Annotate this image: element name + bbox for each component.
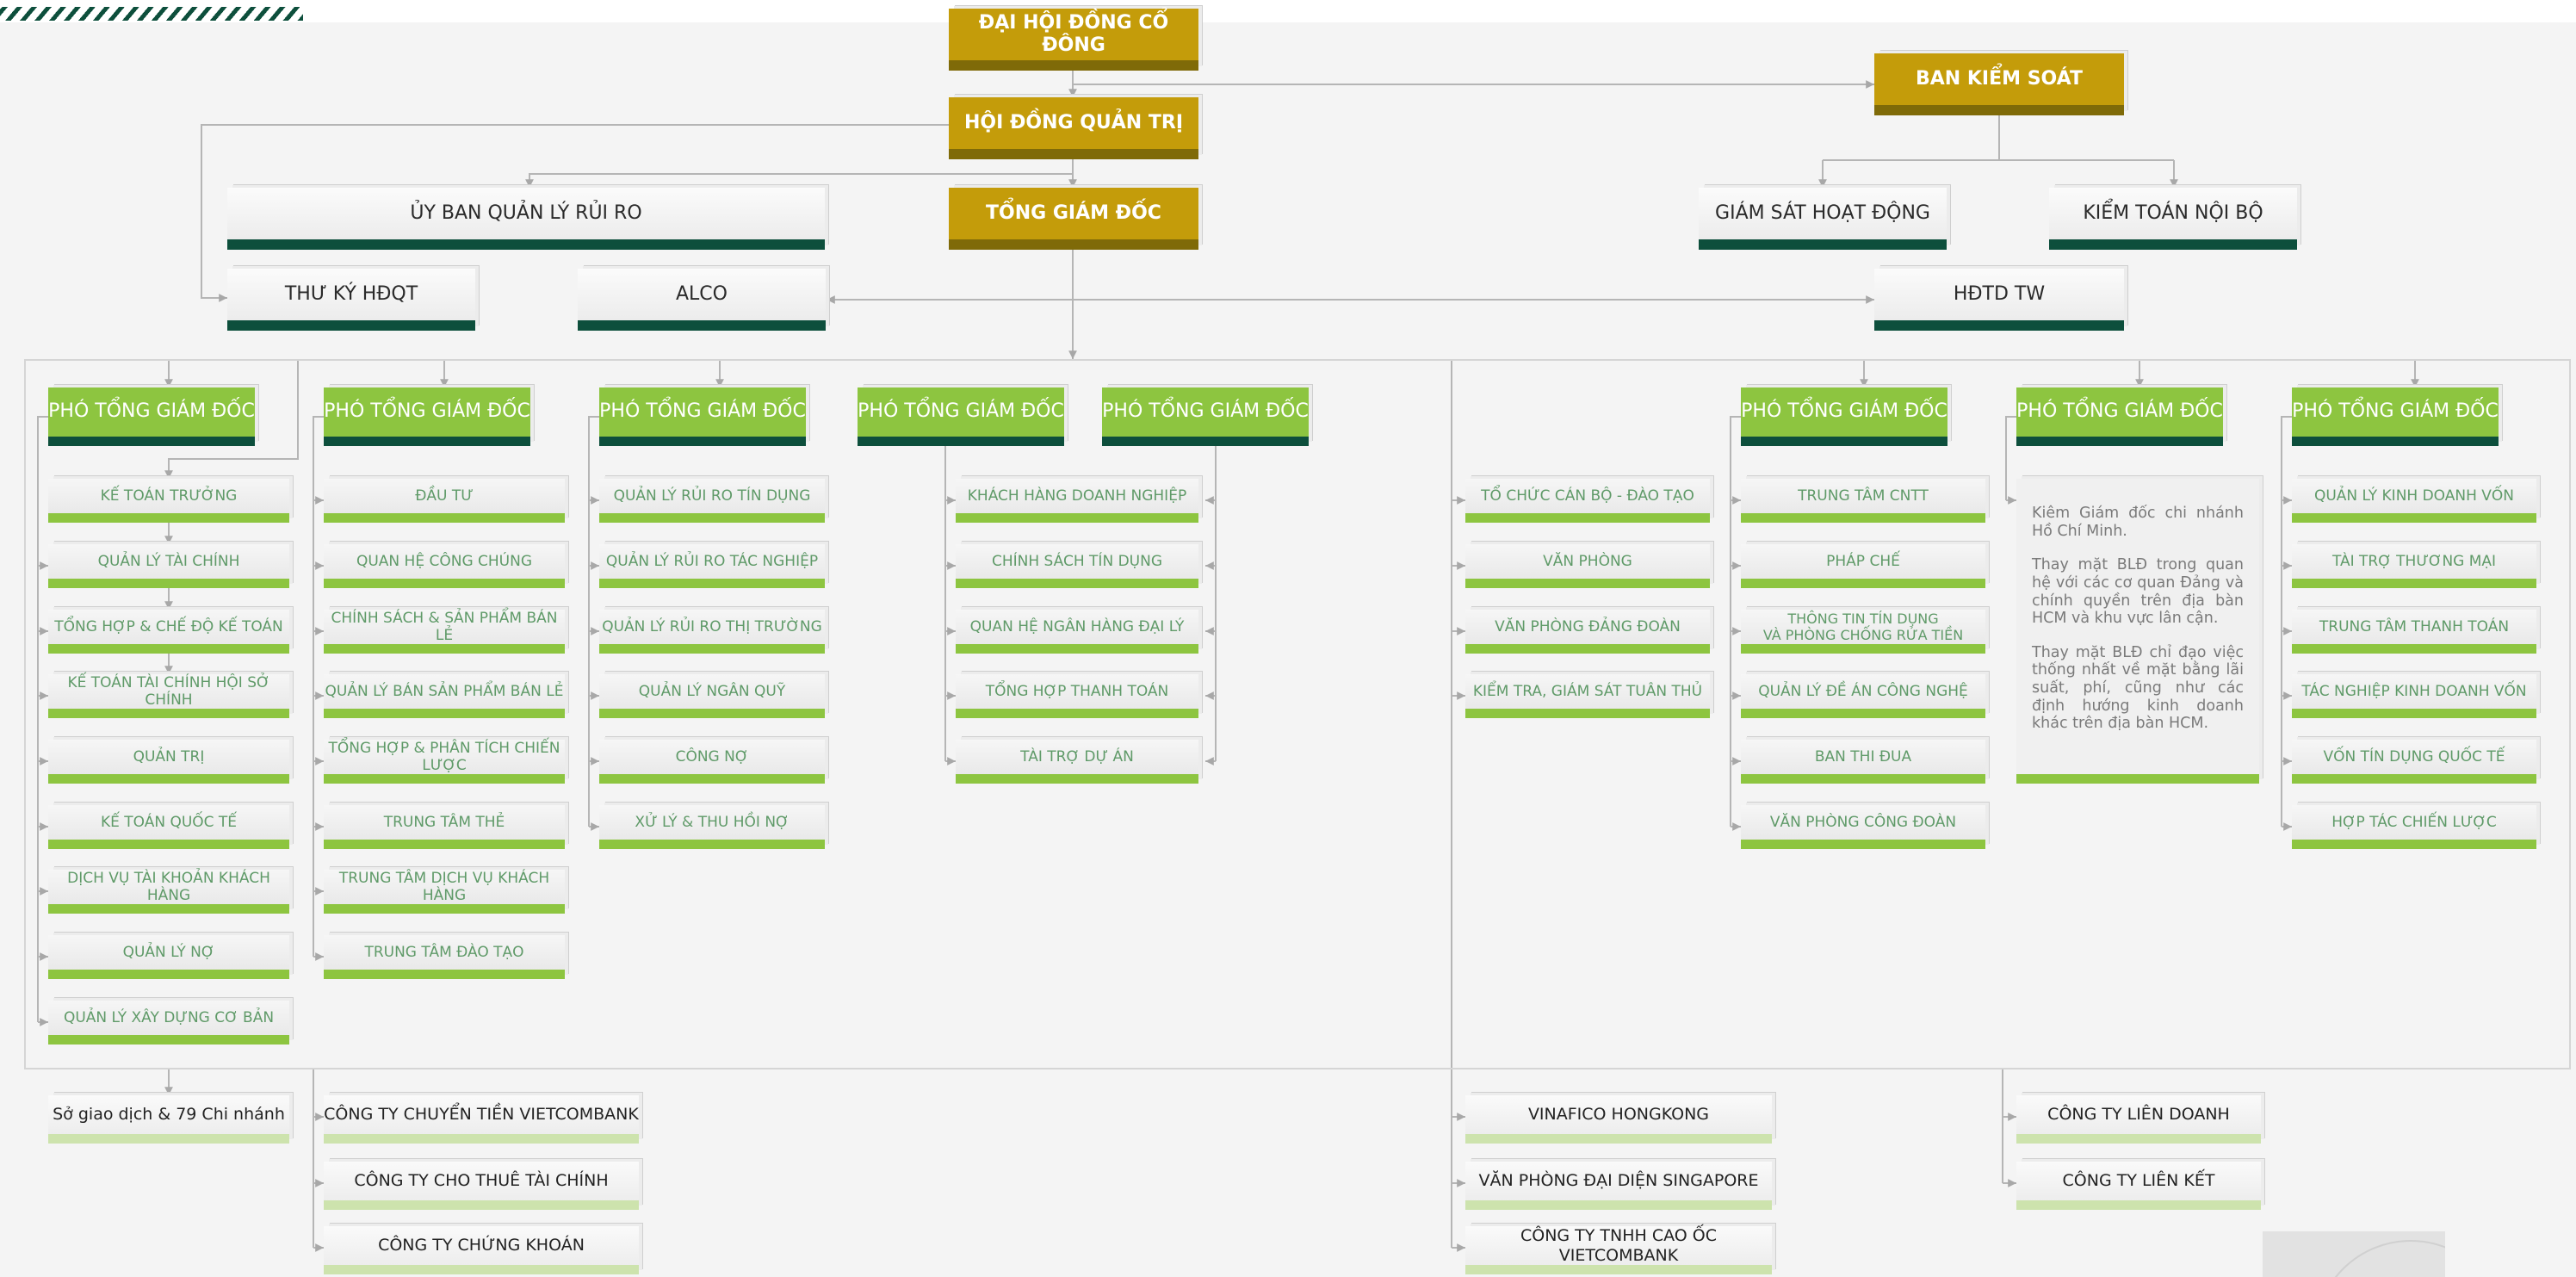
box-dai-hoi-dong-co-dong: ĐẠI HỘI ĐỒNG CỔ ĐÔNG — [949, 9, 1198, 71]
dept-tac-nghiep-kinh-doanh-von: TÁC NGHIỆP KINH DOANH VỐN — [2292, 674, 2536, 718]
box-vinafico-hongkong: VINAFICO HONGKONG — [1465, 1095, 1772, 1144]
dept-van-phong-dang-doan: VĂN PHÒNG ĐẢNG ĐOÀN — [1465, 610, 1710, 654]
dept-quan-ly-ngan-quy: QUẢN LÝ NGÂN QUỸ — [599, 674, 825, 718]
note-paragraph-2: Thay mặt BLĐ trong quan hệ với các cơ qu… — [2032, 556, 2244, 628]
box-cong-ty-cao-oc-vietcombank: CÔNG TY TNHH CAO ỐC VIETCOMBANK — [1465, 1226, 1772, 1274]
dept-quan-ly-no: QUẢN LÝ NỢ — [48, 935, 289, 979]
dept-qlrr-tin-dung: QUẢN LÝ RỦI RO TÍN DỤNG — [599, 479, 825, 523]
dept-kiem-tra-giam-sat-tuan-thu: KIỂM TRA, GIÁM SÁT TUÂN THỦ — [1465, 674, 1710, 718]
dept-tong-hop-che-do-ke-toan: TỔNG HỢP & CHẾ ĐỘ KẾ TOÁN — [48, 610, 289, 654]
dept-qlrr-tac-nghiep: QUẢN LÝ RỦI RO TÁC NGHIỆP — [599, 544, 825, 588]
box-cong-ty-chung-khoan: CÔNG TY CHỨNG KHOÁN — [324, 1226, 639, 1274]
dept-qlrr-thi-truong: QUẢN LÝ RỦI RO THỊ TRƯỜNG — [599, 610, 825, 654]
dept-dich-vu-tai-khoan-khach-hang: DỊCH VỤ TÀI KHOẢN KHÁCH HÀNG — [48, 870, 289, 914]
org-chart: ĐẠI HỘI ĐỒNG CỔ ĐÔNG BAN KIỂM SOÁT HỘI Đ… — [0, 0, 2576, 1277]
dept-hop-tac-chien-luoc: HỢP TÁC CHIẾN LƯỢC — [2292, 805, 2536, 849]
dept-xu-ly-thu-hoi-no: XỬ LÝ & THU HỒI NỢ — [599, 805, 825, 849]
box-hdtd-tw: HĐTD TW — [1874, 269, 2124, 331]
box-vp-3: PHÓ TỔNG GIÁM ĐỐC — [599, 387, 806, 446]
dept-van-phong: VĂN PHÒNG — [1465, 544, 1710, 588]
dept-dau-tu: ĐẦU TƯ — [324, 479, 565, 523]
box-vp-2: PHÓ TỔNG GIÁM ĐỐC — [324, 387, 530, 446]
dept-trung-tam-dao-tao: TRUNG TÂM ĐÀO TẠO — [324, 935, 565, 979]
dept-tong-hop-thanh-toan: TỔNG HỢP THANH TOÁN — [956, 674, 1198, 718]
dept-tai-tro-thuong-mai: TÀI TRỢ THƯƠNG MẠI — [2292, 544, 2536, 588]
box-vp-1: PHÓ TỔNG GIÁM ĐỐC — [48, 387, 255, 446]
dept-ke-toan-tai-chinh-hoi-so: KẾ TOÁN TÀI CHÍNH HỘI SỞ CHÍNH — [48, 674, 289, 718]
dept-chinh-sach-san-pham-ban-le: CHÍNH SÁCH & SẢN PHẨM BÁN LẺ — [324, 610, 565, 654]
box-hoi-dong-quan-tri: HỘI ĐỒNG QUẢN TRỊ — [949, 97, 1198, 159]
corner-decoration — [2263, 1231, 2445, 1277]
dept-phap-che: PHÁP CHẾ — [1741, 544, 1985, 588]
dept-trung-tam-thanh-toan: TRUNG TÂM THANH TOÁN — [2292, 610, 2536, 654]
dept-to-chuc-can-bo-dao-tao: TỔ CHỨC CÁN BỘ - ĐÀO TẠO — [1465, 479, 1710, 523]
note-paragraph-1: Kiêm Giám đốc chi nhánh Hồ Chí Minh. — [2032, 505, 2244, 540]
dept-ke-toan-quoc-te: KẾ TOÁN QUỐC TẾ — [48, 805, 289, 849]
dept-cong-no: CÔNG NỢ — [599, 740, 825, 784]
box-uy-ban-quan-ly-rui-ro: ỦY BAN QUẢN LÝ RỦI RO — [227, 188, 825, 250]
box-vp-7: PHÓ TỔNG GIÁM ĐỐC — [1741, 387, 1947, 446]
box-vp-5: PHÓ TỔNG GIÁM ĐỐC — [1102, 387, 1309, 446]
box-kiem-toan-noi-bo: KIỂM TOÁN NỘI BỘ — [2049, 188, 2297, 250]
box-vp-8: PHÓ TỔNG GIÁM ĐỐC — [2016, 387, 2223, 446]
dept-quan-ly-kinh-doanh-von: QUẢN LÝ KINH DOANH VỐN — [2292, 479, 2536, 523]
dept-quan-he-ngan-hang-dai-ly: QUAN HỆ NGÂN HÀNG ĐẠI LÝ — [956, 610, 1198, 654]
dept-quan-tri: QUẢN TRỊ — [48, 740, 289, 784]
dept-trung-tam-cntt: TRUNG TÂM CNTT — [1741, 479, 1985, 523]
dept-van-phong-cong-doan: VĂN PHÒNG CÔNG ĐOÀN — [1741, 805, 1985, 849]
box-cong-ty-lien-ket: CÔNG TY LIÊN KẾT — [2016, 1162, 2261, 1210]
dept-khach-hang-doanh-nghiep: KHÁCH HÀNG DOANH NGHIỆP — [956, 479, 1198, 523]
box-giam-sat-hoat-dong: GIÁM SÁT HOẠT ĐỘNG — [1699, 188, 1947, 250]
dept-chinh-sach-tin-dung: CHÍNH SÁCH TÍN DỤNG — [956, 544, 1198, 588]
box-vp-9: PHÓ TỔNG GIÁM ĐỐC — [2292, 387, 2499, 446]
box-cong-ty-lien-doanh: CÔNG TY LIÊN DOANH — [2016, 1095, 2261, 1144]
dept-quan-ly-de-an-cong-nghe: QUẢN LÝ ĐỀ ÁN CÔNG NGHỆ — [1741, 674, 1985, 718]
dept-trung-tam-dich-vu-khach-hang: TRUNG TÂM DỊCH VỤ KHÁCH HÀNG — [324, 870, 565, 914]
dept-quan-ly-tai-chinh: QUẢN LÝ TÀI CHÍNH — [48, 544, 289, 588]
note-kiem-giam-doc-hcm: Kiêm Giám đốc chi nhánh Hồ Chí Minh. Tha… — [2016, 479, 2259, 784]
box-tong-giam-doc: TỔNG GIÁM ĐỐC — [949, 188, 1198, 250]
dept-quan-he-cong-chung: QUAN HỆ CÔNG CHÚNG — [324, 544, 565, 588]
box-vp-4: PHÓ TỔNG GIÁM ĐỐC — [858, 387, 1064, 446]
box-cong-ty-cho-thue-tai-chinh: CÔNG TY CHO THUÊ TÀI CHÍNH — [324, 1162, 639, 1210]
note-paragraph-3: Thay mặt BLĐ chỉ đạo việc thống nhất về … — [2032, 643, 2244, 733]
dept-tong-hop-phan-tich-chien-luoc: TỔNG HỢP & PHÂN TÍCH CHIẾN LƯỢC — [324, 740, 565, 784]
box-cong-ty-chuyen-tien: CÔNG TY CHUYỂN TIỀN VIETCOMBANK — [324, 1095, 639, 1144]
box-thu-ky-hdqt: THƯ KÝ HĐQT — [227, 269, 475, 331]
box-alco: ALCO — [578, 269, 826, 331]
dept-quan-ly-ban-san-pham-ban-le: QUẢN LÝ BÁN SẢN PHẨM BÁN LẺ — [324, 674, 565, 718]
dept-von-tin-dung-quoc-te: VỐN TÍN DỤNG QUỐC TẾ — [2292, 740, 2536, 784]
dept-trung-tam-the: TRUNG TÂM THẺ — [324, 805, 565, 849]
dept-ban-thi-dua: BAN THI ĐUA — [1741, 740, 1985, 784]
dept-ke-toan-truong: KẾ TOÁN TRƯỞNG — [48, 479, 289, 523]
box-so-giao-dich-chi-nhanh: Sở giao dịch & 79 Chi nhánh — [48, 1095, 289, 1144]
box-ban-kiem-soat: BAN KIỂM SOÁT — [1874, 53, 2124, 115]
dept-quan-ly-xay-dung-co-ban: QUẢN LÝ XÂY DỰNG CƠ BẢN — [48, 1001, 289, 1045]
dept-thong-tin-tin-dung: THÔNG TIN TÍN DỤNG VÀ PHÒNG CHỐNG RỬA TI… — [1741, 610, 1985, 654]
dept-tai-tro-du-an: TÀI TRỢ DỰ ÁN — [956, 740, 1198, 784]
box-van-phong-dai-dien-singapore: VĂN PHÒNG ĐẠI DIỆN SINGAPORE — [1465, 1162, 1772, 1210]
